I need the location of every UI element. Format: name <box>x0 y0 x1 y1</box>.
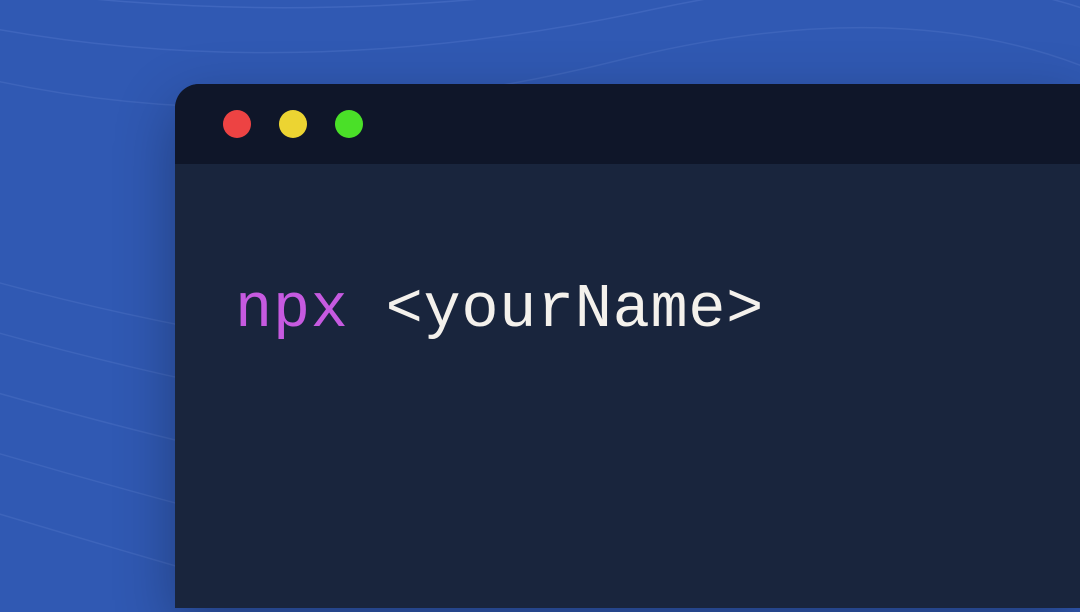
maximize-button[interactable] <box>335 110 363 138</box>
command-token: npx <box>235 274 348 345</box>
argument-token: <yourName> <box>386 274 764 345</box>
minimize-button[interactable] <box>279 110 307 138</box>
window-titlebar <box>175 84 1080 164</box>
terminal-body[interactable]: npx <yourName> <box>175 164 1080 455</box>
close-button[interactable] <box>223 110 251 138</box>
terminal-window: npx <yourName> <box>175 84 1080 608</box>
command-line: npx <yourName> <box>235 274 1020 345</box>
